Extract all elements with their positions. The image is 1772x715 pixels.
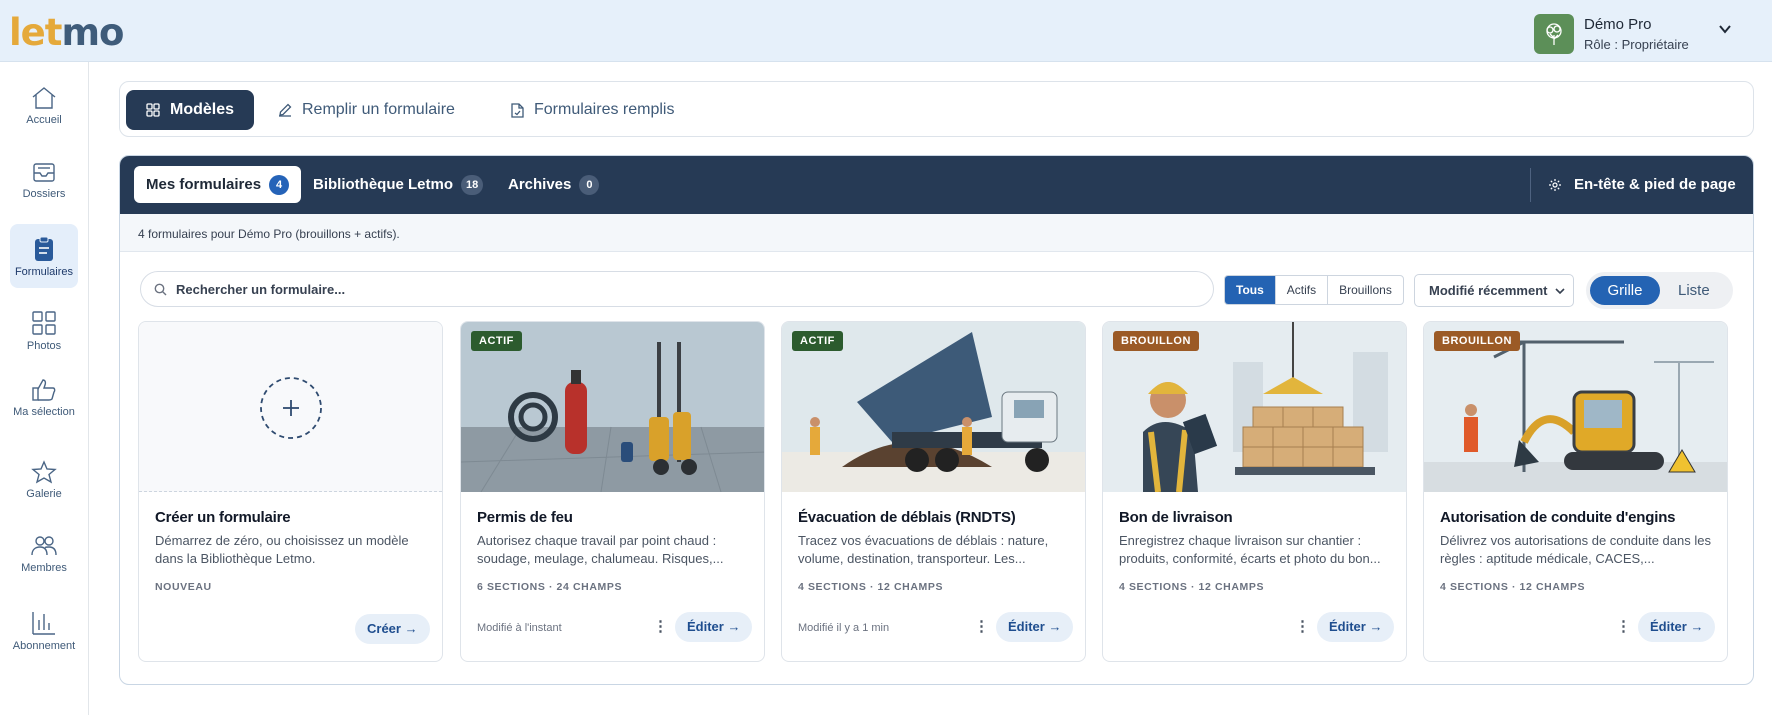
header-footer-button[interactable]: En-tête & pied de page [1548, 166, 1736, 203]
bar-chart-icon [32, 612, 55, 635]
chevron-down-icon [1555, 288, 1565, 295]
filter-actifs[interactable]: Actifs [1276, 276, 1329, 304]
gear-icon [1549, 178, 1561, 191]
sidebar-item-abonnement[interactable]: Abonnement [10, 610, 78, 664]
sub-tabs-bar: Mes formulaires 4 Bibliothèque Letmo 18 Ar… [120, 156, 1753, 214]
sidebar-item-formulaires[interactable]: Formulaires [10, 224, 78, 288]
users-icon [31, 536, 57, 556]
edit-button[interactable]: Éditer → [996, 612, 1074, 642]
tab-remplir[interactable]: Remplir un formulaire [278, 90, 455, 130]
letmo-logo[interactable]: letmo [9, 11, 124, 54]
card-meta: 6 SECTIONS · 24 CHAMPS [477, 581, 623, 593]
tab-modeles[interactable]: Modèles [126, 90, 255, 130]
user-menu[interactable]: Démo Pro Rôle : Propriétaire [1534, 14, 1689, 54]
forms-panel: Mes formulaires 4 Bibliothèque Letmo 18 Ar… [119, 155, 1754, 685]
tab-archives[interactable]: Archives 0 [496, 166, 611, 203]
main-tabs: Modèles Remplir un formulaire Formulaire… [119, 81, 1754, 137]
more-options-icon[interactable]: ⋮ [974, 619, 989, 634]
home-icon [32, 87, 56, 109]
form-card[interactable]: ACTIF Permis de feu Autorisez chaque tra… [460, 321, 765, 662]
status-filter: Tous Actifs Brouillons [1224, 275, 1404, 305]
card-description: Délivrez vos autorisations de conduite d… [1440, 533, 1711, 566]
sidebar: Accueil Dossiers Formulaires Photos Ma s… [0, 62, 89, 715]
count-badge: 18 [461, 174, 484, 195]
card-title: Évacuation de déblais (RNDTS) [798, 509, 1016, 526]
tab-formulaires-remplis[interactable]: Formulaires remplis [511, 90, 674, 130]
sidebar-item-accueil[interactable]: Accueil [10, 86, 78, 136]
pencil-icon [279, 103, 292, 117]
card-meta: 4 SECTIONS · 12 CHAMPS [1119, 581, 1265, 593]
card-title: Autorisation de conduite d'engins [1440, 509, 1676, 526]
status-badge: BROUILLON [1434, 331, 1520, 351]
grid-icon [32, 311, 56, 335]
card-description: Démarrez de zéro, ou choisissez un modèl… [155, 533, 409, 566]
form-card[interactable]: BROUILLON Bon de livraison Enregistrez c… [1102, 321, 1407, 662]
more-options-icon[interactable]: ⋮ [1295, 619, 1310, 634]
user-name: Démo Pro [1584, 16, 1652, 33]
create-placeholder [139, 322, 442, 492]
more-options-icon[interactable]: ⋮ [653, 619, 668, 634]
card-description: Autorisez chaque travail par point chaud… [477, 533, 724, 566]
create-button[interactable]: Créer → [355, 614, 430, 644]
sidebar-item-galerie[interactable]: Galerie [10, 460, 78, 510]
filter-tous[interactable]: Tous [1225, 276, 1276, 304]
thumbs-up-icon [32, 379, 56, 401]
form-card[interactable]: BROUILLON Autorisation de conduite d'eng… [1423, 321, 1728, 662]
chevron-down-icon[interactable] [1718, 22, 1732, 36]
view-toggle: Grille Liste [1586, 272, 1733, 309]
card-title: Bon de livraison [1119, 509, 1233, 526]
count-badge: 0 [579, 174, 600, 195]
count-badge: 4 [269, 174, 290, 195]
edit-button[interactable]: Éditer → [1317, 612, 1395, 642]
status-badge: ACTIF [792, 331, 843, 351]
plus-circle-icon[interactable] [259, 376, 323, 440]
main-content: Modèles Remplir un formulaire Formulaire… [119, 81, 1754, 685]
card-description: Enregistrez chaque livraison sur chantie… [1119, 533, 1381, 566]
more-options-icon[interactable]: ⋮ [1616, 619, 1631, 634]
card-meta: 4 SECTIONS · 12 CHAMPS [798, 581, 944, 593]
edit-button[interactable]: Éditer → [675, 612, 753, 642]
avatar [1534, 14, 1574, 54]
sidebar-item-dossiers[interactable]: Dossiers [10, 160, 78, 210]
search-input[interactable] [176, 281, 1076, 297]
sort-select[interactable]: Modifié récemment [1414, 274, 1574, 307]
create-form-card[interactable]: Créer un formulaire Démarrez de zéro, ou… [138, 321, 443, 662]
divider [1530, 168, 1531, 202]
card-modified: Modifié à l'instant [477, 622, 562, 634]
sidebar-item-ma-selection[interactable]: Ma sélection [10, 378, 78, 440]
status-badge: ACTIF [471, 331, 522, 351]
status-badge: BROUILLON [1113, 331, 1199, 351]
card-description: Tracez vos évacuations de déblais : natu… [798, 533, 1049, 566]
top-bar: letmo Démo Pro Rôle : Propriétaire [0, 0, 1772, 62]
tab-bibliotheque[interactable]: Bibliothèque Letmo 18 [301, 166, 495, 203]
info-text: 4 formulaires pour Démo Pro (brouillons … [120, 214, 1753, 252]
edit-button[interactable]: Éditer → [1638, 612, 1716, 642]
view-grid-button[interactable]: Grille [1590, 276, 1660, 305]
card-title: Permis de feu [477, 509, 573, 526]
tree-icon [1546, 23, 1562, 45]
tab-mes-formulaires[interactable]: Mes formulaires 4 [134, 166, 302, 203]
card-modified: Modifié il y a 1 min [798, 622, 890, 634]
star-icon [31, 460, 57, 484]
search-box[interactable] [140, 271, 1214, 307]
search-icon [154, 283, 167, 295]
filter-brouillons[interactable]: Brouillons [1328, 276, 1403, 304]
card-meta: 4 SECTIONS · 12 CHAMPS [1440, 581, 1586, 593]
form-card[interactable]: ACTIF Évacuation de déblais (RNDTS) Trac… [781, 321, 1086, 662]
user-role: Rôle : Propriétaire [1584, 37, 1689, 52]
sidebar-item-photos[interactable]: Photos [10, 310, 78, 360]
view-list-button[interactable]: Liste [1678, 276, 1710, 305]
document-icon [511, 102, 524, 118]
card-tag: NOUVEAU [155, 581, 212, 593]
sidebar-item-membres[interactable]: Membres [10, 534, 78, 584]
clipboard-icon [35, 236, 53, 261]
grid-icon [146, 103, 160, 117]
inbox-icon [33, 163, 55, 182]
card-title: Créer un formulaire [155, 509, 291, 526]
